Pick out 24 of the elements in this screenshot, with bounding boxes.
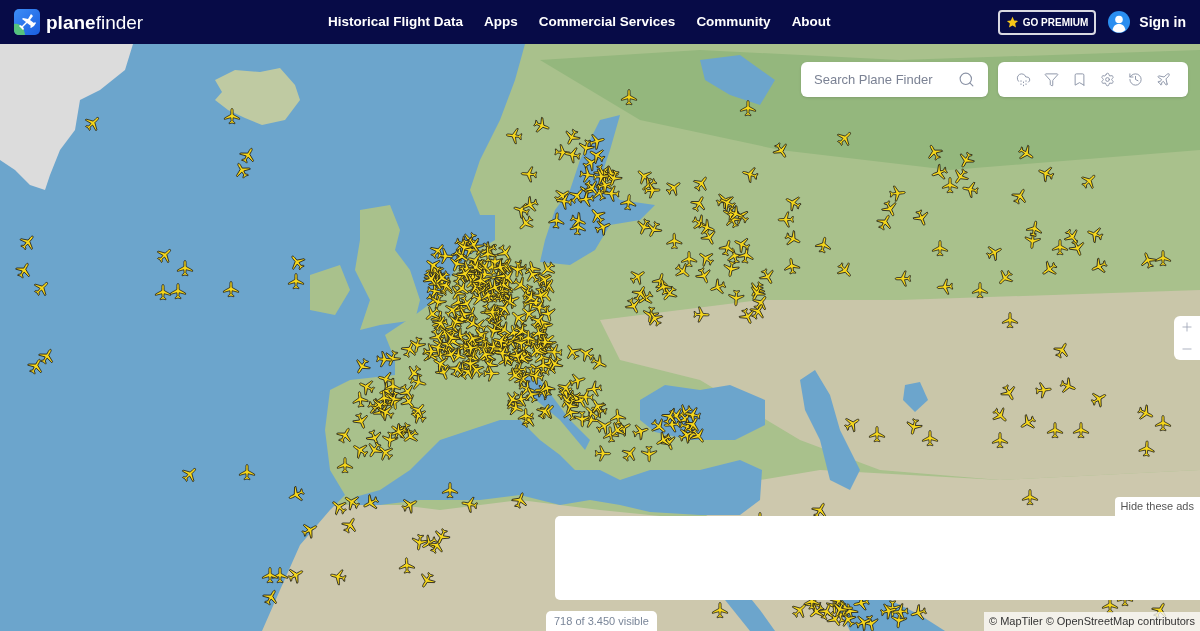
map-attribution: © MapTiler © OpenStreetMap contributors [984,612,1200,631]
go-premium-button[interactable]: GO PREMIUM [997,9,1097,35]
star-icon [1005,15,1019,29]
nav-link[interactable]: Community [696,11,771,33]
brand-logo-link[interactable]: planefinder [14,9,328,35]
cloud-rain-icon [1015,72,1031,87]
zoom-in-icon [1180,320,1194,334]
history-icon [1127,72,1143,87]
logo-icon[interactable] [14,9,40,35]
search-field[interactable]: Search Plane Finder [801,62,988,97]
brand-name: planefinder [46,12,144,32]
filter-icon [1043,72,1059,87]
nav-link[interactable]: About [791,11,831,33]
hide-ads-button[interactable]: Hide these ads [1114,497,1200,516]
nav-link[interactable]: Apps [484,11,518,33]
bookmark-icon [1071,72,1087,87]
nav-link[interactable]: Commercial Services [538,11,676,33]
search-icon[interactable] [958,71,975,88]
plane-icon [1155,72,1171,87]
sign-in-button[interactable]: Sign in [1108,11,1186,33]
nav-link[interactable]: Historical Flight Data [328,11,464,33]
visible-count: 718 of 3.450 visible [546,611,657,631]
user-avatar-icon [1108,11,1131,33]
settings-icon [1099,72,1115,87]
